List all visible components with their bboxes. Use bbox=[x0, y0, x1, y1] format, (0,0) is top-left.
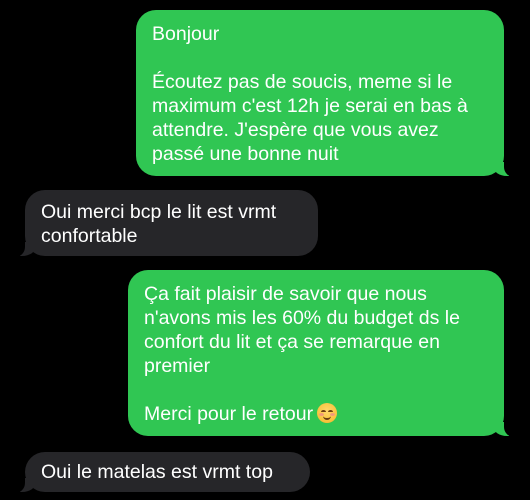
message-thread: Bonjour Écoutez pas de soucis, meme si l… bbox=[0, 0, 530, 500]
sent-message-bubble[interactable]: Ça fait plaisir de savoir que nous n'avo… bbox=[128, 270, 517, 437]
message-text: Oui le matelas est vrmt top bbox=[41, 461, 273, 483]
sent-message-bubble[interactable]: Bonjour Écoutez pas de soucis, meme si l… bbox=[136, 10, 517, 177]
message-text: Bonjour bbox=[152, 23, 220, 45]
message-text: Oui merci bcp le lit est vrmt confortabl… bbox=[41, 201, 277, 247]
received-message-bubble[interactable]: Oui le matelas est vrmt top bbox=[12, 452, 310, 493]
message-text: Ça fait plaisir de savoir que nous n'avo… bbox=[144, 283, 460, 377]
message-text: Écoutez pas de soucis, meme si le maximu… bbox=[152, 71, 468, 165]
smiling-face-with-blush-icon bbox=[317, 403, 338, 423]
message-text: Merci pour le retour bbox=[144, 403, 314, 425]
received-message-bubble[interactable]: Oui merci bcp le lit est vrmt confortabl… bbox=[12, 190, 318, 257]
